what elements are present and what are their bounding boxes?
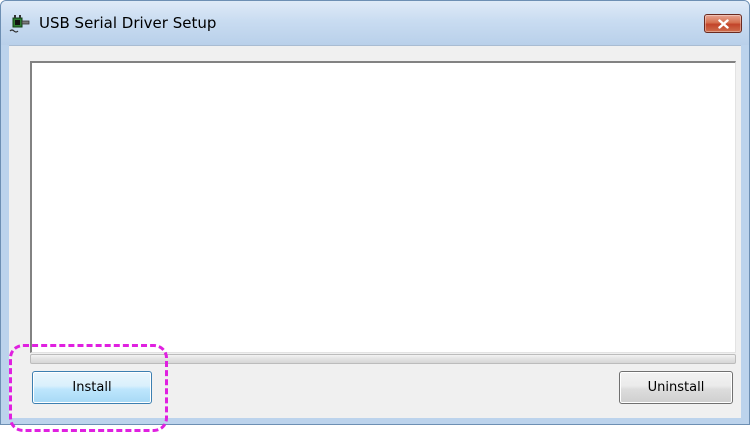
usb-serial-app-icon (9, 14, 31, 34)
title-bar[interactable]: USB Serial Driver Setup (1, 1, 749, 45)
window-title: USB Serial Driver Setup (39, 14, 217, 32)
setup-window: USB Serial Driver Setup Install Uninstal… (0, 0, 750, 425)
close-button[interactable] (704, 14, 742, 33)
close-icon (718, 19, 729, 29)
install-button[interactable]: Install (32, 371, 152, 404)
dialog-body: Install Uninstall (9, 45, 741, 418)
install-progress-bar (30, 354, 736, 364)
uninstall-button[interactable]: Uninstall (619, 371, 733, 404)
log-output-panel (30, 61, 736, 353)
